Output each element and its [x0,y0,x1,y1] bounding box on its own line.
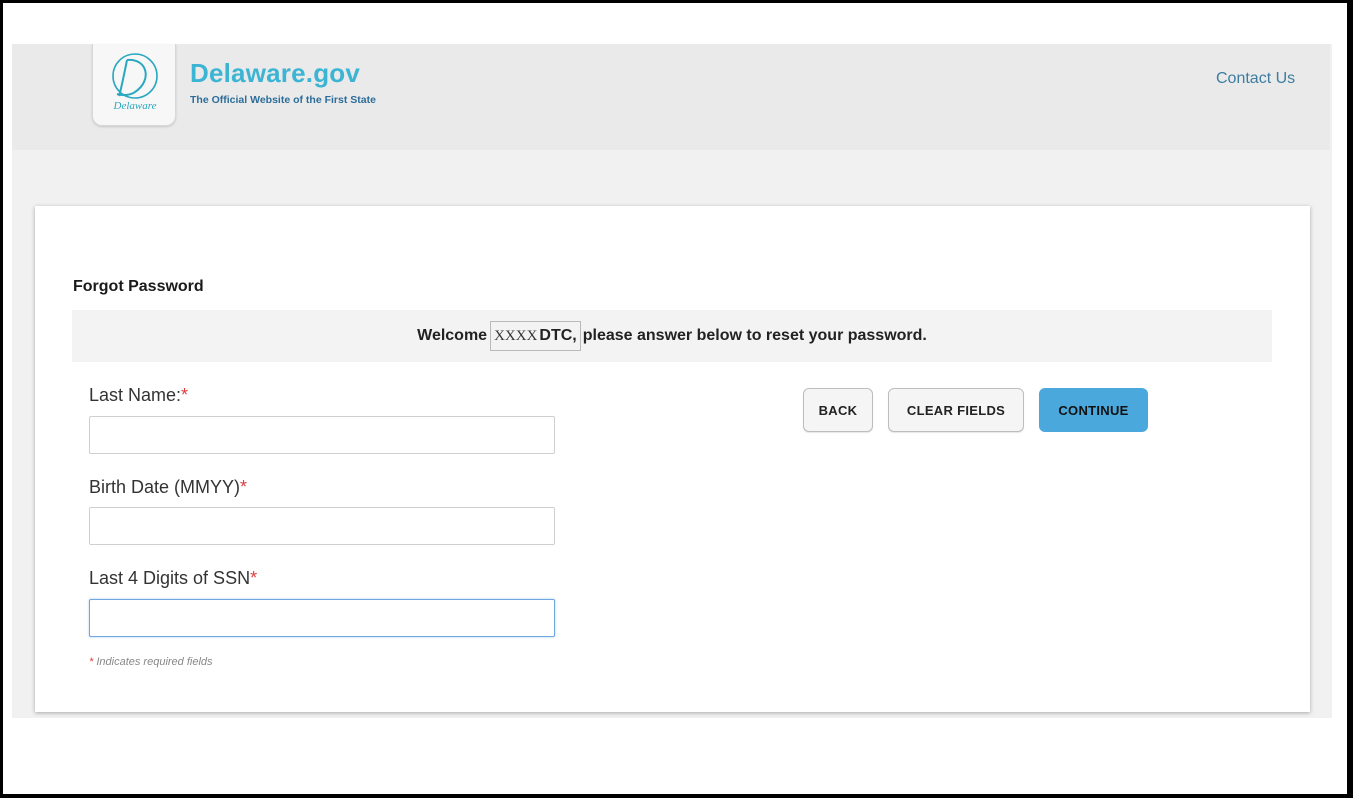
welcome-suffix: please answer below to reset your passwo… [582,327,927,344]
birth-date-input[interactable] [89,507,555,545]
logo-script-text: Delaware [113,100,157,112]
clear-fields-button[interactable]: CLEAR FIELDS [888,388,1024,432]
required-marker: * [240,477,248,497]
required-note-text: Indicates required fields [96,656,213,668]
last-name-label: Last Name:* [89,385,188,406]
required-marker: * [89,656,94,668]
delaware-d-logo-icon [112,53,158,99]
site-title[interactable]: Delaware.gov [190,58,360,89]
last-name-label-text: Last Name: [89,385,182,405]
last-name-input[interactable] [89,416,555,454]
welcome-prefix: Welcome [417,327,488,344]
birth-date-label-text: Birth Date (MMYY) [89,477,241,497]
required-note: * Indicates required fields [89,656,213,668]
welcome-banner: Welcome XXXX DTC, please answer below to… [72,310,1272,362]
username-suffix: DTC, [539,327,577,344]
required-marker: * [181,385,189,405]
delaware-logo[interactable]: Delaware [92,44,176,126]
birth-date-label: Birth Date (MMYY)* [89,477,247,498]
back-button[interactable]: BACK [803,388,873,432]
contact-us-link[interactable]: Contact Us [1216,70,1295,88]
welcome-message: Welcome XXXX DTC, please answer below to… [72,310,1272,362]
page-title: Forgot Password [73,278,204,295]
username-masked: XXXX [494,327,538,344]
ssn-label-text: Last 4 Digits of SSN [89,568,251,588]
required-marker: * [250,568,258,588]
site-subtitle: The Official Website of the First State [190,94,376,106]
username-box: XXXX DTC, [490,321,581,351]
ssn-label: Last 4 Digits of SSN* [89,568,257,589]
ssn-input[interactable] [89,599,555,637]
continue-button[interactable]: CONTINUE [1039,388,1148,432]
